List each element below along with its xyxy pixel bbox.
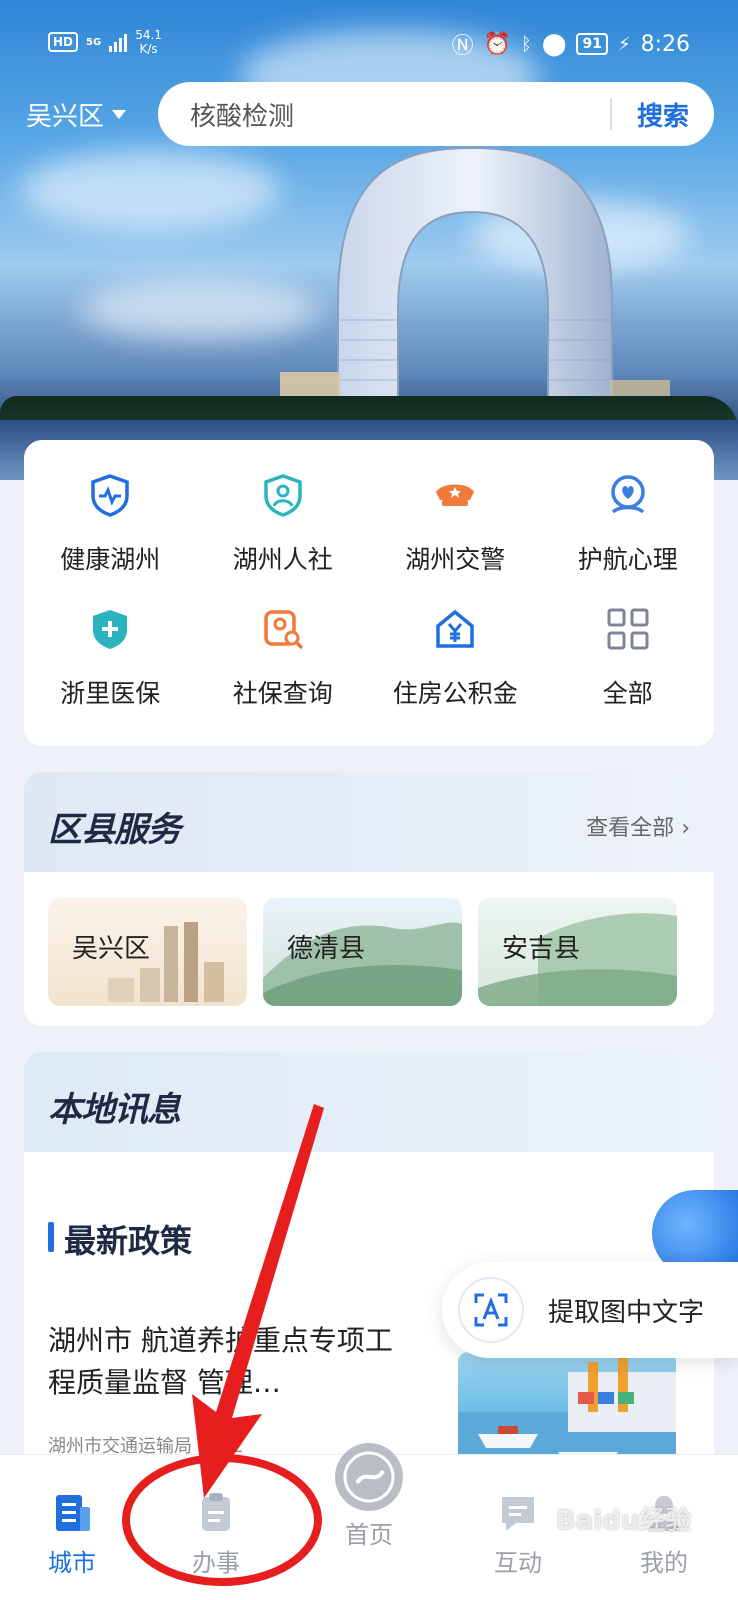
service-hr[interactable]: 湖州人社	[197, 468, 370, 576]
policy-accent-bar	[48, 1222, 54, 1252]
person-search-icon	[256, 602, 310, 656]
tab-label: 城市	[48, 1549, 96, 1577]
tab-services[interactable]: 办事	[156, 1491, 276, 1578]
bluetooth-icon: ᛒ	[521, 33, 532, 55]
tab-home[interactable]: 首页	[309, 1439, 429, 1550]
view-all-label: 查看全部	[586, 816, 675, 841]
district-card-anji[interactable]: 安吉县	[478, 898, 677, 1006]
search-input[interactable]: 核酸检测	[158, 96, 610, 133]
clock-time: 8:26	[640, 31, 690, 57]
district-card-wuxing[interactable]: 吴兴区	[48, 898, 247, 1006]
chat-icon	[502, 1497, 534, 1531]
service-label: 住房公积金	[392, 679, 518, 708]
tab-label: 我的	[640, 1549, 688, 1577]
tab-label: 首页	[345, 1521, 393, 1549]
nfc-icon: Ⓝ	[451, 34, 474, 59]
district-card-deqing[interactable]: 德清县	[263, 898, 462, 1006]
watermark: Baidu经验	[556, 1506, 692, 1536]
service-label: 浙里医保	[60, 679, 161, 708]
charging-icon: ⚡	[617, 33, 631, 55]
person-shield-icon	[256, 468, 310, 522]
service-medical-insurance[interactable]: 浙里医保	[24, 602, 197, 710]
district-label: 吴兴区	[26, 102, 105, 132]
services-card: 健康湖州 湖州人社 湖州交警 护航心理 浙里医保 社保查询 住房公积金 全部	[24, 440, 714, 746]
service-all[interactable]: 全部	[542, 602, 715, 710]
network-type: 5G	[86, 36, 102, 48]
tab-label: 办事	[192, 1549, 240, 1577]
district-selector[interactable]: 吴兴区	[26, 96, 127, 133]
location-icon: ⬤	[541, 31, 567, 57]
service-label: 湖州交警	[405, 545, 506, 574]
tab-label: 互动	[494, 1549, 542, 1577]
service-label: 湖州人社	[232, 545, 333, 574]
service-social-security[interactable]: 社保查询	[197, 602, 370, 710]
service-label: 护航心理	[577, 545, 678, 574]
service-label: 全部	[602, 679, 653, 708]
chevron-down-icon	[112, 110, 127, 119]
ocr-extract-button[interactable]: 提取图中文字	[442, 1262, 738, 1358]
chevron-right-icon: ›	[681, 816, 690, 841]
service-health[interactable]: 健康湖州	[24, 468, 197, 576]
section-title: 本地讯息	[48, 1090, 181, 1130]
service-label: 社保查询	[232, 679, 333, 708]
section-title: 区县服务	[48, 810, 181, 850]
police-cap-icon	[428, 468, 482, 522]
text-scan-icon	[458, 1277, 524, 1343]
service-psychology[interactable]: 护航心理	[542, 468, 715, 576]
tab-city[interactable]: 城市	[12, 1491, 132, 1578]
service-label: 健康湖州	[60, 545, 161, 574]
signal-icon	[109, 32, 128, 52]
city-icon	[56, 1495, 90, 1531]
district-name: 德清县	[287, 934, 366, 964]
news-headline[interactable]: 湖州市 航道养护重点专项工程质量监督 管理…	[48, 1320, 398, 1404]
house-yuan-icon	[428, 602, 482, 656]
speed-unit: K/s	[139, 42, 158, 56]
clipboard-icon	[202, 1493, 230, 1531]
heart-bubble-icon	[601, 468, 655, 522]
home-logo-icon	[335, 1443, 403, 1511]
services-grid: 健康湖州 湖州人社 湖州交警 护航心理 浙里医保 社保查询 住房公积金 全部	[24, 468, 714, 710]
view-all-link[interactable]: 查看全部 ›	[586, 810, 690, 842]
heart-shield-icon	[83, 468, 137, 522]
grid-icon	[601, 602, 655, 656]
hd-indicator: HD	[48, 32, 79, 52]
policy-subtitle: 最新政策	[64, 1222, 193, 1260]
district-name: 安吉县	[502, 934, 581, 964]
ocr-label: 提取图中文字	[548, 1297, 705, 1328]
network-speed: 54.1 K/s	[135, 28, 162, 56]
speed-value: 54.1	[135, 28, 162, 42]
service-housing-fund[interactable]: 住房公积金	[369, 602, 542, 710]
service-traffic-police[interactable]: 湖州交警	[369, 468, 542, 576]
district-name: 吴兴区	[72, 934, 151, 964]
search-button[interactable]: 搜索	[612, 96, 714, 133]
alarm-icon: ⏰	[483, 31, 512, 57]
status-bar: HD 5G 54.1 K/s Ⓝ ⏰ ᛒ ⬤ 91 ⚡ 8:26	[0, 0, 738, 80]
district-list: 吴兴区 德清县 安吉县	[48, 898, 677, 1006]
medical-shield-icon	[83, 602, 137, 656]
search-bar[interactable]: 核酸检测 搜索	[158, 82, 714, 146]
district-services-card: 区县服务 查看全部 › 吴兴区 德清县 安吉县	[24, 772, 714, 1026]
battery-level: 91	[576, 33, 608, 55]
